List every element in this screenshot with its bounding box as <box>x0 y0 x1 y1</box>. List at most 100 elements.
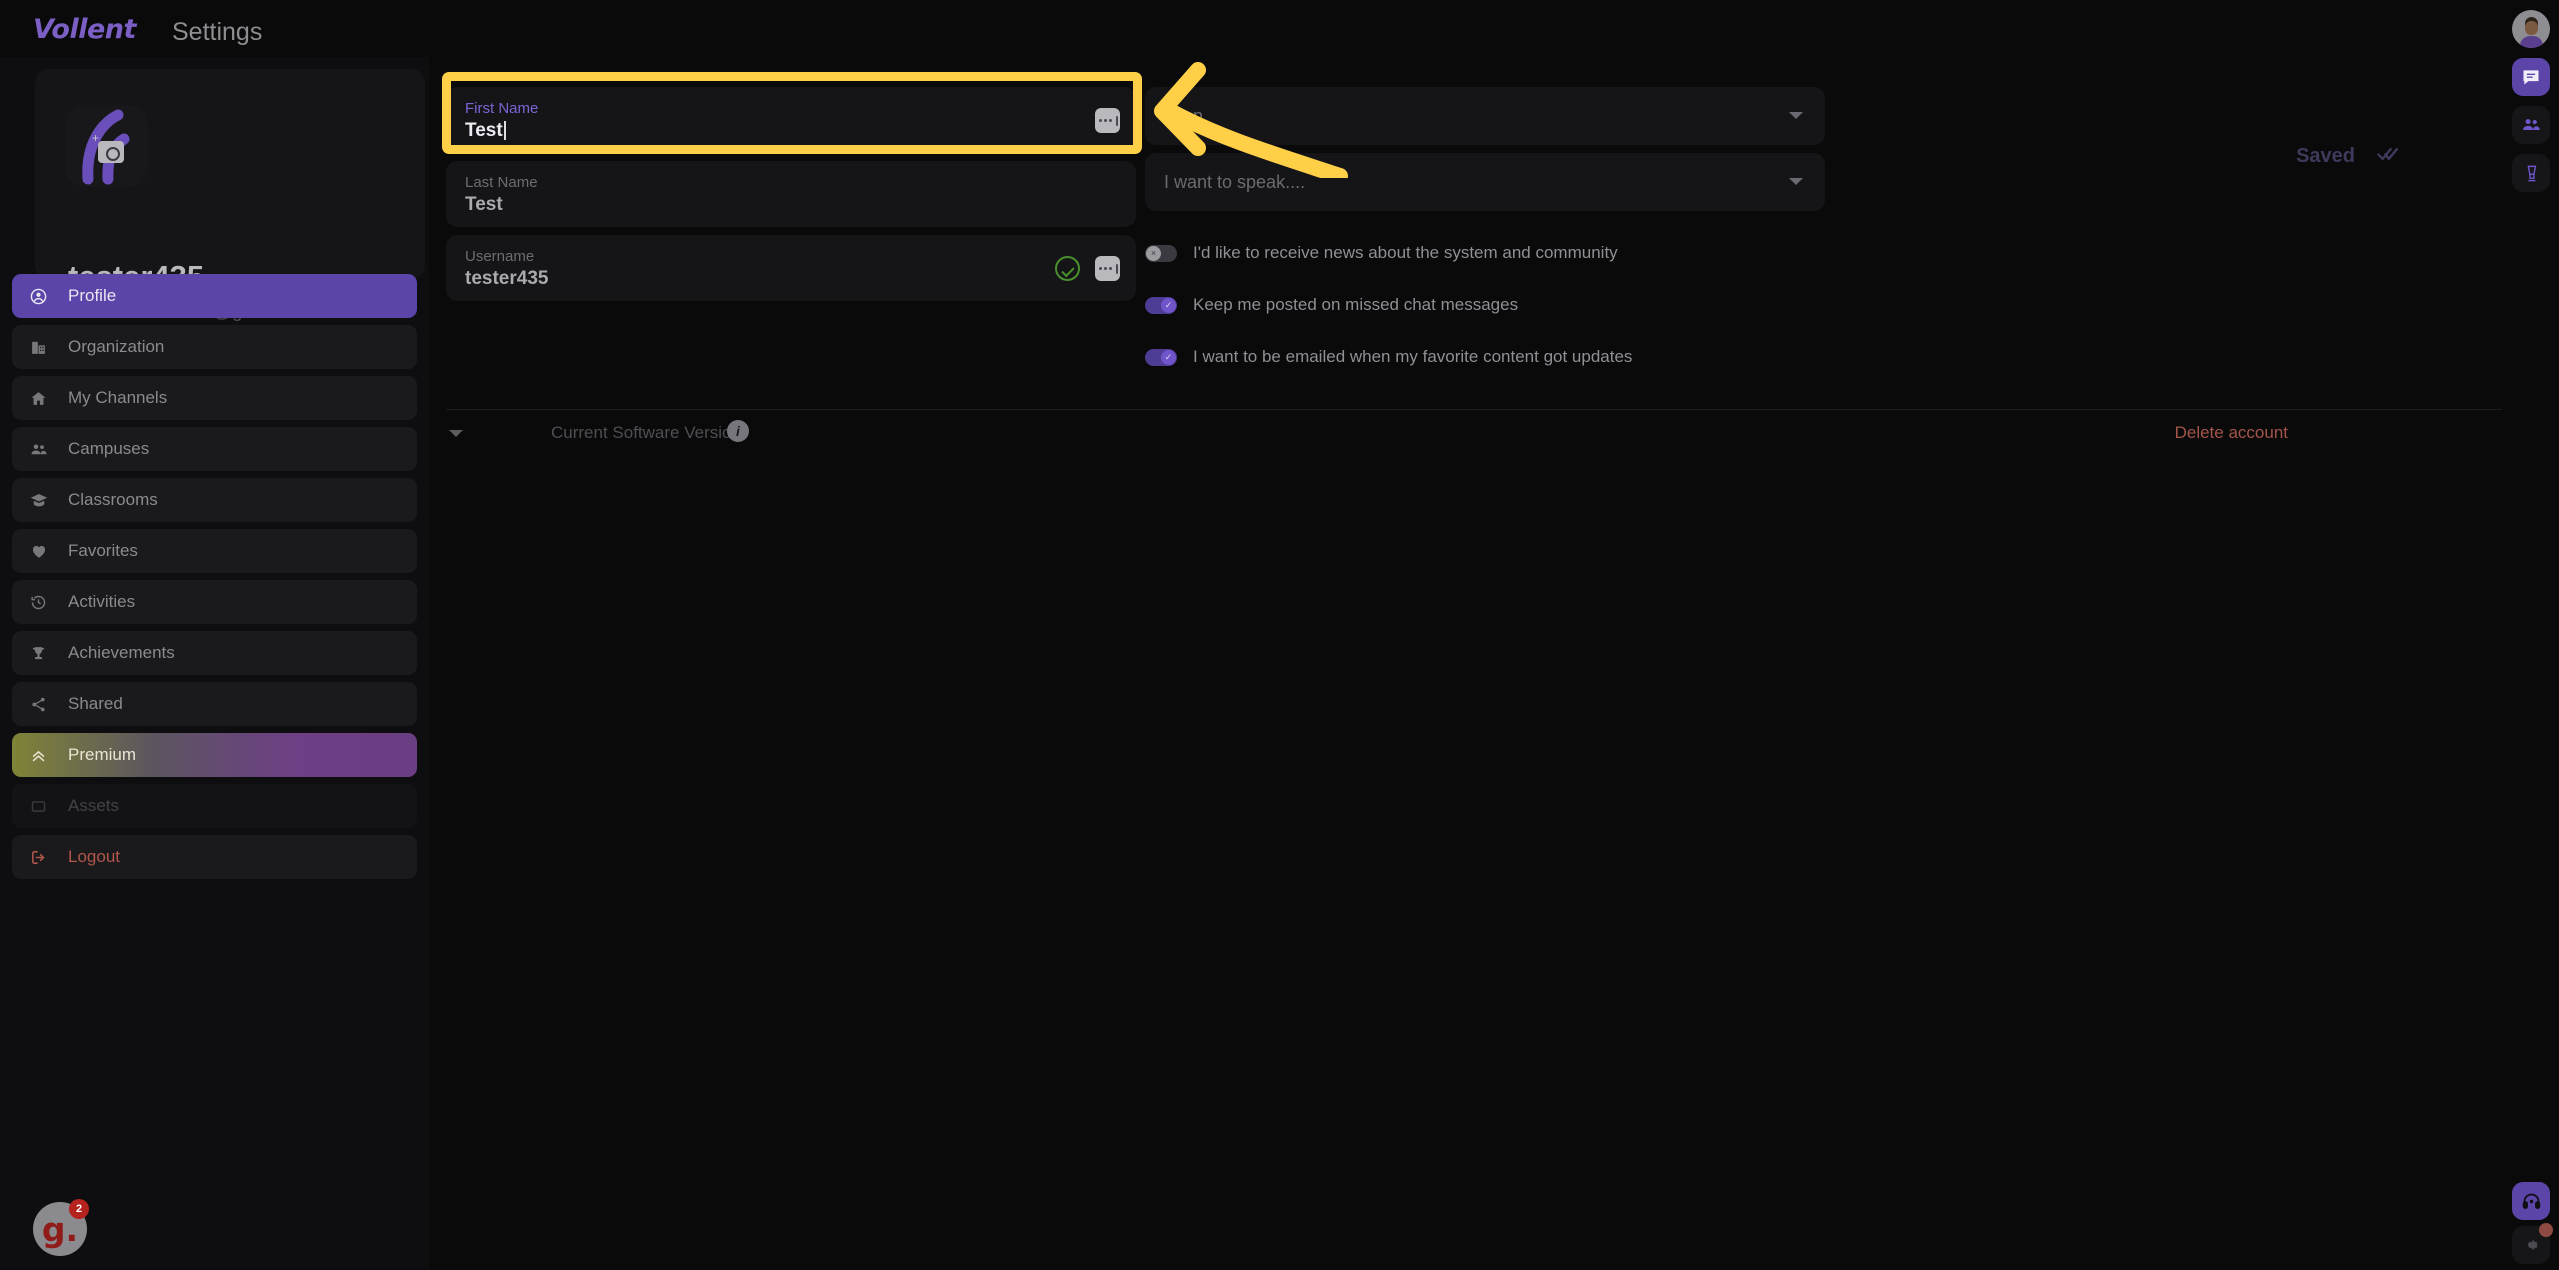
sidebar-item-shared[interactable]: Shared <box>12 682 417 726</box>
user-avatar-icon[interactable] <box>2512 10 2550 48</box>
bottom-bar: Current Software Version i Delete accoun… <box>429 409 2559 459</box>
toggle-switch[interactable]: ✓ <box>1145 296 1177 314</box>
toggle-label: I'd like to receive news about the syste… <box>1193 243 1618 262</box>
sidebar-item-label: Campuses <box>68 439 150 458</box>
top-bar: Vollent Settings <box>0 0 2559 57</box>
sidebar-item-label: Logout <box>68 847 120 866</box>
chevrons-up-icon <box>30 747 58 764</box>
chat-unread-badge: 2 <box>69 1199 89 1219</box>
sidebar-item-label: Classrooms <box>68 490 158 509</box>
i-want-to-speak-dropdown[interactable]: I want to speak.... <box>1145 153 1825 211</box>
settings-page: Vollent Settings + tester435 brunkomaksi… <box>0 0 2559 1270</box>
saved-status: Saved <box>2296 145 2399 168</box>
people-icon <box>30 440 58 458</box>
sidebar-item-favorites[interactable]: Favorites <box>12 529 417 573</box>
app-logo-text: Vollent <box>33 14 136 45</box>
rail-chat-bubble-icon[interactable] <box>2512 58 2550 96</box>
double-check-icon <box>2377 146 2399 167</box>
sidebar-item-activities[interactable]: Activities <box>12 580 417 624</box>
i-can-dropdown[interactable]: I can <box>1145 87 1825 145</box>
i-want-to-speak-value: I want to speak.... <box>1164 172 1306 192</box>
toggle-missed-chat[interactable]: ✓ Keep me posted on missed chat messages <box>1145 279 1845 331</box>
first-name-more-dots-icon[interactable] <box>1095 108 1120 133</box>
clock-history-icon <box>30 594 58 611</box>
username-field[interactable]: Username tester435 <box>446 235 1136 301</box>
page-title: Settings <box>172 18 263 46</box>
sidebar-item-label: Organization <box>68 337 165 356</box>
plus-icon: + <box>92 131 100 145</box>
toggle-receive-news[interactable]: × I'd like to receive news about the sys… <box>1145 227 1845 279</box>
sidebar-item-assets: Assets <box>12 784 417 828</box>
toggle-favorite-updates[interactable]: ✓ I want to be emailed when my favorite … <box>1145 331 1845 383</box>
profile-card: + tester435 brunkomaksim55@gmail.com <box>35 69 425 322</box>
chat-support-widget[interactable]: g. 2 <box>33 1199 89 1256</box>
sidebar-item-organization[interactable]: Organization <box>12 325 417 369</box>
info-icon[interactable]: i <box>727 420 749 442</box>
camera-add-icon[interactable] <box>98 141 124 163</box>
software-version-label: Current Software Version <box>551 423 741 442</box>
notification-toggles: × I'd like to receive news about the sys… <box>1145 227 1845 383</box>
profile-form: First Name Test Last Name Test Username … <box>446 87 1136 309</box>
sidebar-item-label: Activities <box>68 592 136 611</box>
software-version-row[interactable]: Current Software Version <box>449 423 741 443</box>
logout-icon <box>30 849 58 866</box>
support-headset-icon[interactable] <box>2512 1182 2550 1220</box>
chevron-down-icon <box>1789 178 1803 185</box>
sidebar-item-classrooms[interactable]: Classrooms <box>12 478 417 522</box>
sidebar-item-profile[interactable]: Profile <box>12 274 417 318</box>
sidebar-item-label: Achievements <box>68 643 175 662</box>
last-name-field[interactable]: Last Name Test <box>446 161 1136 227</box>
trophy-icon <box>30 645 58 662</box>
sidebar-item-logout[interactable]: Logout <box>12 835 417 879</box>
last-name-value: Test <box>465 194 503 215</box>
text-cursor <box>503 121 506 140</box>
building-icon <box>30 339 58 356</box>
sidebar-item-my-channels[interactable]: My Channels <box>12 376 417 420</box>
first-name-value: Test <box>465 120 503 141</box>
sidebar-nav: Profile Organization My Channels Campuse… <box>12 274 417 886</box>
main-content: First Name Test Last Name Test Username … <box>429 57 2559 1270</box>
toggle-knob: × <box>1146 245 1161 261</box>
sidebar-item-label: Favorites <box>68 541 138 560</box>
share-icon <box>30 696 58 713</box>
app-logo[interactable]: Vollent <box>33 14 136 45</box>
sidebar-item-label: Profile <box>68 286 117 305</box>
first-name-value-wrap: Test <box>465 120 1117 142</box>
rail-blender-icon[interactable] <box>2512 154 2550 192</box>
avatar[interactable]: + <box>66 105 148 187</box>
username-value: tester435 <box>465 268 549 289</box>
square-icon <box>30 798 58 815</box>
rail-people-icon[interactable] <box>2512 106 2550 144</box>
sidebar-item-campuses[interactable]: Campuses <box>12 427 417 471</box>
delete-account-button[interactable]: Delete account <box>2174 419 2544 443</box>
graduation-cap-icon <box>30 491 58 509</box>
home-icon <box>30 390 58 407</box>
toggle-knob: ✓ <box>1161 349 1176 365</box>
saved-label: Saved <box>2296 145 2355 167</box>
sidebar-item-premium[interactable]: Premium <box>12 733 417 777</box>
first-name-field[interactable]: First Name Test <box>446 87 1136 153</box>
sidebar-item-label: Assets <box>68 796 120 815</box>
language-selects: I can I want to speak.... <box>1145 87 1825 219</box>
left-sidebar: + tester435 brunkomaksim55@gmail.com Pro… <box>0 57 429 1270</box>
sidebar-item-label: Premium <box>68 745 137 764</box>
i-can-value: I can <box>1164 106 1204 126</box>
first-name-label: First Name <box>465 100 539 117</box>
delete-account-label: Delete account <box>2174 423 2288 442</box>
toggle-knob: ✓ <box>1161 297 1176 313</box>
toggle-label: Keep me posted on missed chat messages <box>1193 295 1519 314</box>
settings-gear-icon[interactable] <box>2512 1223 2553 1264</box>
sidebar-item-achievements[interactable]: Achievements <box>12 631 417 675</box>
username-more-dots-icon[interactable] <box>1095 256 1120 281</box>
toggle-switch[interactable]: ✓ <box>1145 348 1177 366</box>
notification-dot <box>2539 1223 2553 1237</box>
toggle-switch[interactable]: × <box>1145 244 1177 262</box>
chevron-down-icon <box>1789 112 1803 119</box>
check-circle-icon <box>1055 256 1080 281</box>
right-rail <box>2502 0 2559 1270</box>
heart-icon <box>30 542 58 560</box>
username-label: Username <box>465 248 535 265</box>
last-name-label: Last Name <box>465 174 538 191</box>
toggle-label: I want to be emailed when my favorite co… <box>1193 347 1633 366</box>
chevron-down-icon[interactable] <box>449 429 463 437</box>
